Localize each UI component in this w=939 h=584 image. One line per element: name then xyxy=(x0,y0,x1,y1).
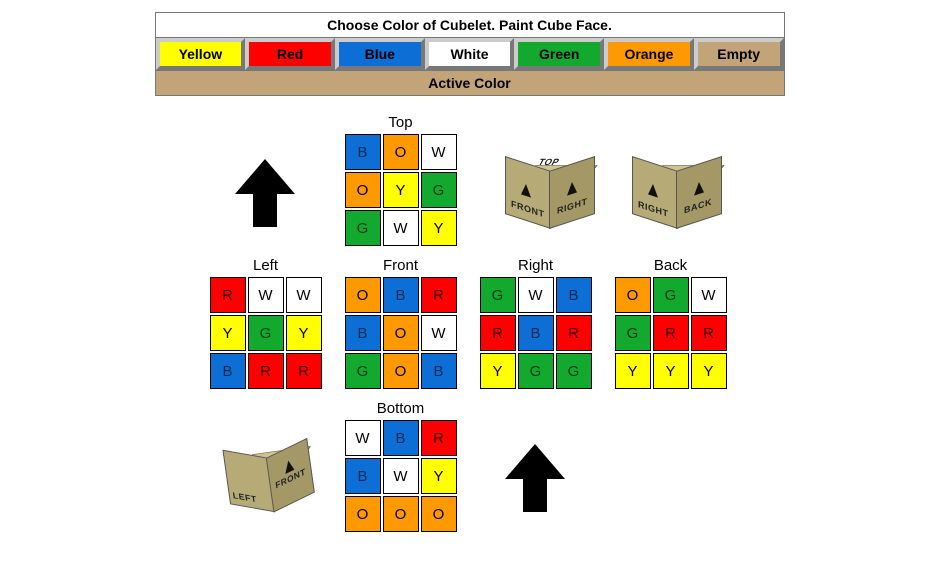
cubelet-top-5[interactable]: G xyxy=(421,172,457,208)
cubelet-left-2[interactable]: W xyxy=(286,277,322,313)
cubelet-bottom-7[interactable]: O xyxy=(383,496,419,532)
cubelet-top-7[interactable]: W xyxy=(383,210,419,246)
palette-empty[interactable]: Empty xyxy=(694,38,784,70)
cubelet-back-2[interactable]: W xyxy=(691,277,727,313)
palette-blue[interactable]: Blue xyxy=(335,38,425,70)
cubelet-left-8[interactable]: R xyxy=(286,353,322,389)
face-top: Top BOWOYGGWY xyxy=(345,114,457,246)
cubelet-right-7[interactable]: G xyxy=(518,353,554,389)
face-top-grid: BOWOYGGWY xyxy=(345,134,457,246)
face-left: Left RWWYGYBRR xyxy=(210,257,322,389)
orientation-cube-front-right[interactable]: TOP FRONT RIGHT xyxy=(505,149,600,244)
cubelet-top-2[interactable]: W xyxy=(421,134,457,170)
face-bottom-title: Bottom xyxy=(345,400,457,417)
palette-green[interactable]: Green xyxy=(514,38,604,70)
cubelet-back-5[interactable]: R xyxy=(691,315,727,351)
palette-bar: Choose Color of Cubelet. Paint Cube Face… xyxy=(155,12,785,96)
orientation-cube-left-front[interactable]: LEFT FRONT xyxy=(221,431,323,533)
face-bottom: Bottom WBRBWYOOO xyxy=(345,400,457,532)
cubelet-top-0[interactable]: B xyxy=(345,134,381,170)
cubelet-right-4[interactable]: B xyxy=(518,315,554,351)
face-bottom-grid: WBRBWYOOO xyxy=(345,420,457,532)
cubelet-left-3[interactable]: Y xyxy=(210,315,246,351)
cubelet-right-6[interactable]: Y xyxy=(480,353,516,389)
cubelet-back-6[interactable]: Y xyxy=(615,353,651,389)
rotate-up-arrow-2-icon[interactable] xyxy=(505,444,565,517)
cubelet-right-5[interactable]: R xyxy=(556,315,592,351)
face-left-grid: RWWYGYBRR xyxy=(210,277,322,389)
face-top-title: Top xyxy=(345,114,457,131)
cubelet-back-4[interactable]: R xyxy=(653,315,689,351)
orientation-cube-right-back[interactable]: RIGHT BACK xyxy=(632,149,727,244)
face-back: Back OGWGRRYYY xyxy=(615,257,727,389)
cubelet-front-0[interactable]: O xyxy=(345,277,381,313)
cubelet-bottom-4[interactable]: W xyxy=(383,458,419,494)
cubelet-front-4[interactable]: O xyxy=(383,315,419,351)
face-right: Right GWBRBRYGG xyxy=(480,257,592,389)
face-front-title: Front xyxy=(345,257,457,274)
cubelet-bottom-0[interactable]: W xyxy=(345,420,381,456)
cubelet-front-3[interactable]: B xyxy=(345,315,381,351)
cubelet-left-5[interactable]: Y xyxy=(286,315,322,351)
cubelet-front-2[interactable]: R xyxy=(421,277,457,313)
palette-red[interactable]: Red xyxy=(245,38,335,70)
cubelet-left-7[interactable]: R xyxy=(248,353,284,389)
cubelet-top-4[interactable]: Y xyxy=(383,172,419,208)
cubelet-back-3[interactable]: G xyxy=(615,315,651,351)
cubelet-front-6[interactable]: G xyxy=(345,353,381,389)
cubelet-right-3[interactable]: R xyxy=(480,315,516,351)
cubelet-bottom-2[interactable]: R xyxy=(421,420,457,456)
face-back-title: Back xyxy=(615,257,727,274)
cubelet-back-0[interactable]: O xyxy=(615,277,651,313)
cubelet-top-8[interactable]: Y xyxy=(421,210,457,246)
cubelet-front-7[interactable]: O xyxy=(383,353,419,389)
cubelet-front-5[interactable]: W xyxy=(421,315,457,351)
cubelet-left-1[interactable]: W xyxy=(248,277,284,313)
face-left-title: Left xyxy=(210,257,322,274)
face-front-grid: OBRBOWGOB xyxy=(345,277,457,389)
cubelet-bottom-6[interactable]: O xyxy=(345,496,381,532)
face-back-grid: OGWGRRYYY xyxy=(615,277,727,389)
cubelet-back-8[interactable]: Y xyxy=(691,353,727,389)
cubelet-top-3[interactable]: O xyxy=(345,172,381,208)
cubelet-right-2[interactable]: B xyxy=(556,277,592,313)
cubelet-right-8[interactable]: G xyxy=(556,353,592,389)
face-right-grid: GWBRBRYGG xyxy=(480,277,592,389)
cubelet-back-1[interactable]: G xyxy=(653,277,689,313)
palette-yellow[interactable]: Yellow xyxy=(156,38,246,70)
cubelet-bottom-1[interactable]: B xyxy=(383,420,419,456)
cubelet-left-0[interactable]: R xyxy=(210,277,246,313)
cubelet-right-0[interactable]: G xyxy=(480,277,516,313)
cubelet-top-6[interactable]: G xyxy=(345,210,381,246)
cubelet-bottom-3[interactable]: B xyxy=(345,458,381,494)
cubelet-front-8[interactable]: B xyxy=(421,353,457,389)
cubelet-right-1[interactable]: W xyxy=(518,277,554,313)
palette-orange[interactable]: Orange xyxy=(604,38,694,70)
cubelet-front-1[interactable]: B xyxy=(383,277,419,313)
cubelet-bottom-5[interactable]: Y xyxy=(421,458,457,494)
palette-row: Yellow Red Blue White Green Orange Empty xyxy=(156,38,784,70)
rotate-up-arrow-icon[interactable] xyxy=(235,159,295,232)
cubelet-left-4[interactable]: G xyxy=(248,315,284,351)
cube-board: Top BOWOYGGWY TOP FRONT RIGHT RIGHT BACK… xyxy=(110,104,830,584)
palette-title: Choose Color of Cubelet. Paint Cube Face… xyxy=(156,13,784,38)
face-front: Front OBRBOWGOB xyxy=(345,257,457,389)
cubelet-left-6[interactable]: B xyxy=(210,353,246,389)
cubelet-bottom-8[interactable]: O xyxy=(421,496,457,532)
cubelet-back-7[interactable]: Y xyxy=(653,353,689,389)
active-color-bar: Active Color xyxy=(156,70,784,95)
face-right-title: Right xyxy=(480,257,592,274)
cubelet-top-1[interactable]: O xyxy=(383,134,419,170)
palette-white[interactable]: White xyxy=(425,38,515,70)
